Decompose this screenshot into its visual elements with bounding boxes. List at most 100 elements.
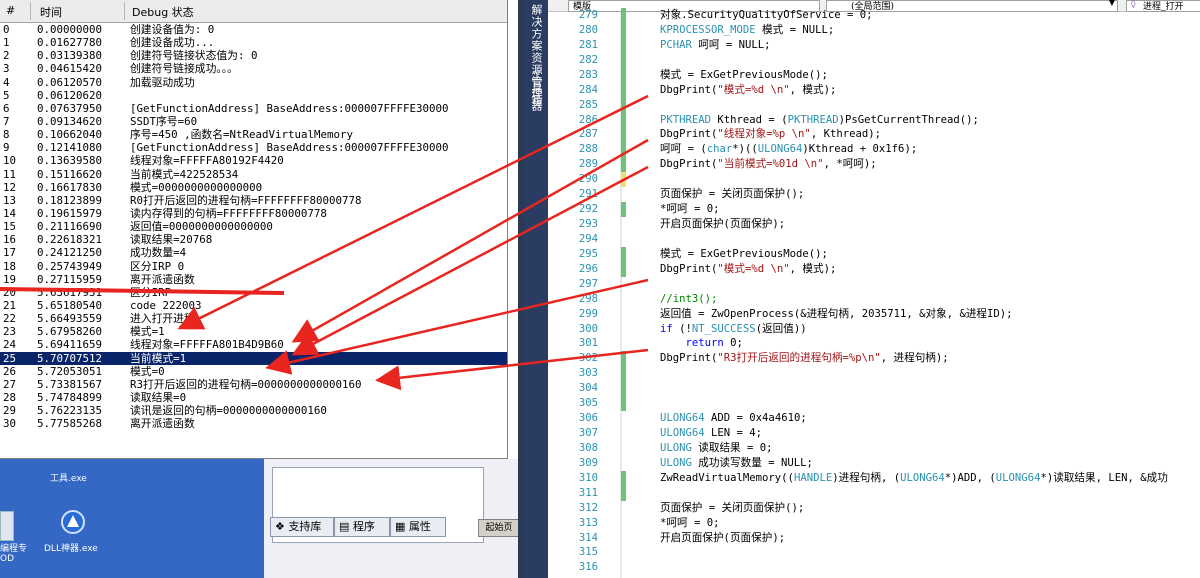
- code-line[interactable]: 282: [548, 52, 1200, 68]
- log-row[interactable]: 23 5.67958260 模式=1: [0, 325, 507, 338]
- code-line[interactable]: 295 模式 = ExGetPreviousMode();: [548, 246, 1200, 262]
- desktop-area: 工具.exe 编程专 OD DLL神器.exe: [0, 459, 264, 578]
- change-marker: [621, 485, 626, 501]
- code-line[interactable]: 313 *呵呵 = 0;: [548, 516, 1200, 531]
- code-line[interactable]: 308 ULONG 读取结果 = 0;: [548, 441, 1200, 456]
- tab-program[interactable]: ▤ 程序: [334, 517, 390, 537]
- toolbox-tab[interactable]: 工具箱: [528, 70, 544, 106]
- code-line[interactable]: 303: [548, 366, 1200, 382]
- code-text: DbgPrint("模式=%d \n", 模式);: [660, 262, 837, 275]
- log-row[interactable]: 24 5.69411659 线程对象=FFFFFA801B4D9B60: [0, 338, 507, 351]
- code-line[interactable]: 286 PKTHREAD Kthread = (PKTHREAD)PsGetCur…: [548, 112, 1200, 128]
- partial-app-label-2[interactable]: OD: [0, 554, 14, 564]
- code-line[interactable]: 301 return 0;: [548, 336, 1200, 351]
- log-row[interactable]: 21 5.65180540 code 222003: [0, 299, 507, 312]
- code-text: 页面保护 = 关闭页面保护();: [660, 188, 805, 201]
- code-line[interactable]: 299 返回值 = ZwOpenProcess(&进程句柄, 2035711, &…: [548, 307, 1200, 322]
- code-line[interactable]: 315: [548, 545, 1200, 560]
- code-editor[interactable]: 模版 (全局范围) ▼ ◊ 进程_打开 279 对象.SecurityQualit…: [548, 0, 1200, 578]
- tool-exe-label[interactable]: 工具.exe: [50, 471, 87, 484]
- log-row[interactable]: 26 5.72053051 模式=0: [0, 365, 507, 378]
- code-line[interactable]: 284 DbgPrint("模式=%d \n", 模式);: [548, 82, 1200, 98]
- file-icon[interactable]: [0, 511, 14, 541]
- code-text: 返回值 = ZwOpenProcess(&进程句柄, 2035711, &对象,…: [660, 307, 1013, 320]
- log-row[interactable]: 12 0.16617830 模式=0000000000000000: [0, 181, 507, 194]
- code-line[interactable]: 304: [548, 381, 1200, 397]
- code-line[interactable]: 316: [548, 560, 1200, 575]
- code-line[interactable]: 283 模式 = ExGetPreviousMode();: [548, 67, 1200, 83]
- log-row[interactable]: 10 0.13639580 线程对象=FFFFFA80192F4420: [0, 154, 507, 167]
- debugview-log-list[interactable]: 0 0.00000000 创建设备值为: 0 1 0.01627780 创建设备成功...…: [0, 23, 507, 430]
- code-line[interactable]: 279 对象.SecurityQualityOfService = 0;: [548, 8, 1200, 23]
- log-row[interactable]: 11 0.15116620 当前模式=422528534: [0, 168, 507, 181]
- log-row[interactable]: 27 5.73381567 R3打开后返回的进程句柄=000000000000016…: [0, 378, 507, 391]
- log-number: 21: [3, 298, 17, 312]
- code-line[interactable]: 281 PCHAR 呵呵 = NULL;: [548, 37, 1200, 53]
- log-row[interactable]: 25 5.70707512 当前模式=1: [0, 351, 507, 365]
- log-row[interactable]: 15 0.21116690 返回值=0000000000000000: [0, 220, 507, 233]
- log-row[interactable]: 6 0.07637950 [GetFunctionAddress] BaseAddr…: [0, 102, 507, 115]
- code-line[interactable]: 287 DbgPrint("线程对象=%p \n", Kthread);: [548, 127, 1200, 143]
- log-row[interactable]: 28 5.74784899 读取结果=0: [0, 391, 507, 404]
- tab-label: 程序: [352, 520, 375, 533]
- code-line[interactable]: 285: [548, 97, 1200, 113]
- log-row[interactable]: 9 0.12141080 [GetFunctionAddress] BaseAddr…: [0, 141, 507, 154]
- partial-app-label[interactable]: 编程专: [0, 541, 27, 554]
- log-row[interactable]: 14 0.19615979 读内存得到的句柄=FFFFFFFF80000778: [0, 207, 507, 220]
- log-row[interactable]: 13 0.18123899 R0打开后返回的进程句柄=FFFFFFFF8000077…: [0, 194, 507, 207]
- log-row[interactable]: 22 5.66493559 进入打开进程: [0, 312, 507, 325]
- code-text: DbgPrint("R3打开后返回的进程句柄=%p\n", 进程句柄);: [660, 352, 949, 365]
- code-line[interactable]: 296 DbgPrint("模式=%d \n", 模式);: [548, 261, 1200, 277]
- log-row[interactable]: 30 5.77585268 离开派遣函数: [0, 417, 507, 430]
- start-page-tab[interactable]: 起始页: [478, 519, 520, 537]
- code-line[interactable]: 314 开启页面保护(页面保护);: [548, 531, 1200, 546]
- code-line[interactable]: 312 页面保护 = 关闭页面保护();: [548, 501, 1200, 516]
- log-time: 0.27115959: [37, 272, 103, 286]
- log-row[interactable]: 1 0.01627780 创建设备成功...: [0, 36, 507, 49]
- code-line[interactable]: 290: [548, 172, 1200, 188]
- code-line[interactable]: 302 DbgPrint("R3打开后返回的进程句柄=%p\n", 进程句柄);: [548, 351, 1200, 367]
- log-row[interactable]: 4 0.06120570 加载驱动成功: [0, 76, 507, 89]
- log-message: 模式=0: [130, 364, 165, 378]
- code-line[interactable]: 306 ULONG64 ADD = 0x4a4610;: [548, 411, 1200, 426]
- code-line[interactable]: 309 ULONG 成功读写数量 = NULL;: [548, 456, 1200, 471]
- code-line[interactable]: 305: [548, 396, 1200, 412]
- line-number: 308: [578, 441, 598, 454]
- log-row[interactable]: 7 0.09134620 SSDT序号=60: [0, 115, 507, 128]
- log-row[interactable]: 29 5.76223135 读讯是返回的句柄=0000000000000160: [0, 404, 507, 417]
- log-row[interactable]: 5 0.06120620: [0, 89, 507, 102]
- column-header-status[interactable]: Debug 状态: [132, 4, 194, 20]
- log-row[interactable]: 19 0.27115959 离开派遣函数: [0, 273, 507, 286]
- code-line[interactable]: 289 DbgPrint("当前模式=%01d \n", *呵呵);: [548, 157, 1200, 173]
- tab-properties[interactable]: ▦ 属性: [390, 517, 446, 537]
- log-row[interactable]: 16 0.22618321 读取结果=20768: [0, 233, 507, 246]
- code-line[interactable]: 311: [548, 485, 1200, 501]
- log-row[interactable]: 0 0.00000000 创建设备值为: 0: [0, 23, 507, 36]
- code-line[interactable]: 288 呵呵 = (char*)((ULONG64)Kthread + 0x1f6…: [548, 142, 1200, 158]
- log-number: 28: [3, 390, 17, 404]
- code-line[interactable]: 291 页面保护 = 关闭页面保护();: [548, 187, 1200, 202]
- code-text: PKTHREAD Kthread = (PKTHREAD)PsGetCurren…: [660, 113, 979, 126]
- log-row[interactable]: 17 0.24121250 成功数量=4: [0, 246, 507, 259]
- code-line[interactable]: 307 ULONG64 LEN = 4;: [548, 426, 1200, 441]
- dll-tool-icon[interactable]: [60, 509, 86, 535]
- tab-support-library[interactable]: ❖ 支持库: [270, 517, 334, 537]
- change-marker: [621, 67, 626, 83]
- code-line[interactable]: 292 *呵呵 = 0;: [548, 202, 1200, 218]
- log-row[interactable]: 2 0.03139380 创建符号链接状态值为: 0: [0, 49, 507, 62]
- code-line[interactable]: 310 ZwReadVirtualMemory((HANDLE)进程句柄, (UL…: [548, 470, 1200, 486]
- log-row[interactable]: 20 5.63617931 区分IRP: [0, 286, 507, 299]
- log-row[interactable]: 8 0.10662040 序号=450 ,函数名=NtReadVirtualMemo…: [0, 128, 507, 141]
- log-row[interactable]: 18 0.25743949 区分IRP 0: [0, 260, 507, 273]
- code-line[interactable]: 298 //int3();: [548, 292, 1200, 307]
- code-line[interactable]: 280 KPROCESSOR_MODE 模式 = NULL;: [548, 22, 1200, 38]
- code-line[interactable]: 297: [548, 277, 1200, 292]
- log-row[interactable]: 3 0.04615420 创建符号链接成功。。。: [0, 62, 507, 75]
- code-line[interactable]: 294: [548, 232, 1200, 247]
- code-line[interactable]: 293 开启页面保护(页面保护);: [548, 217, 1200, 232]
- column-header-time[interactable]: 时间: [40, 4, 62, 20]
- dll-exe-label[interactable]: DLL神器.exe: [44, 541, 98, 554]
- code-line[interactable]: 300 if (!NT_SUCCESS(返回值)): [548, 322, 1200, 337]
- column-header-number[interactable]: #: [6, 4, 15, 17]
- log-message: 离开派遣函数: [130, 417, 195, 431]
